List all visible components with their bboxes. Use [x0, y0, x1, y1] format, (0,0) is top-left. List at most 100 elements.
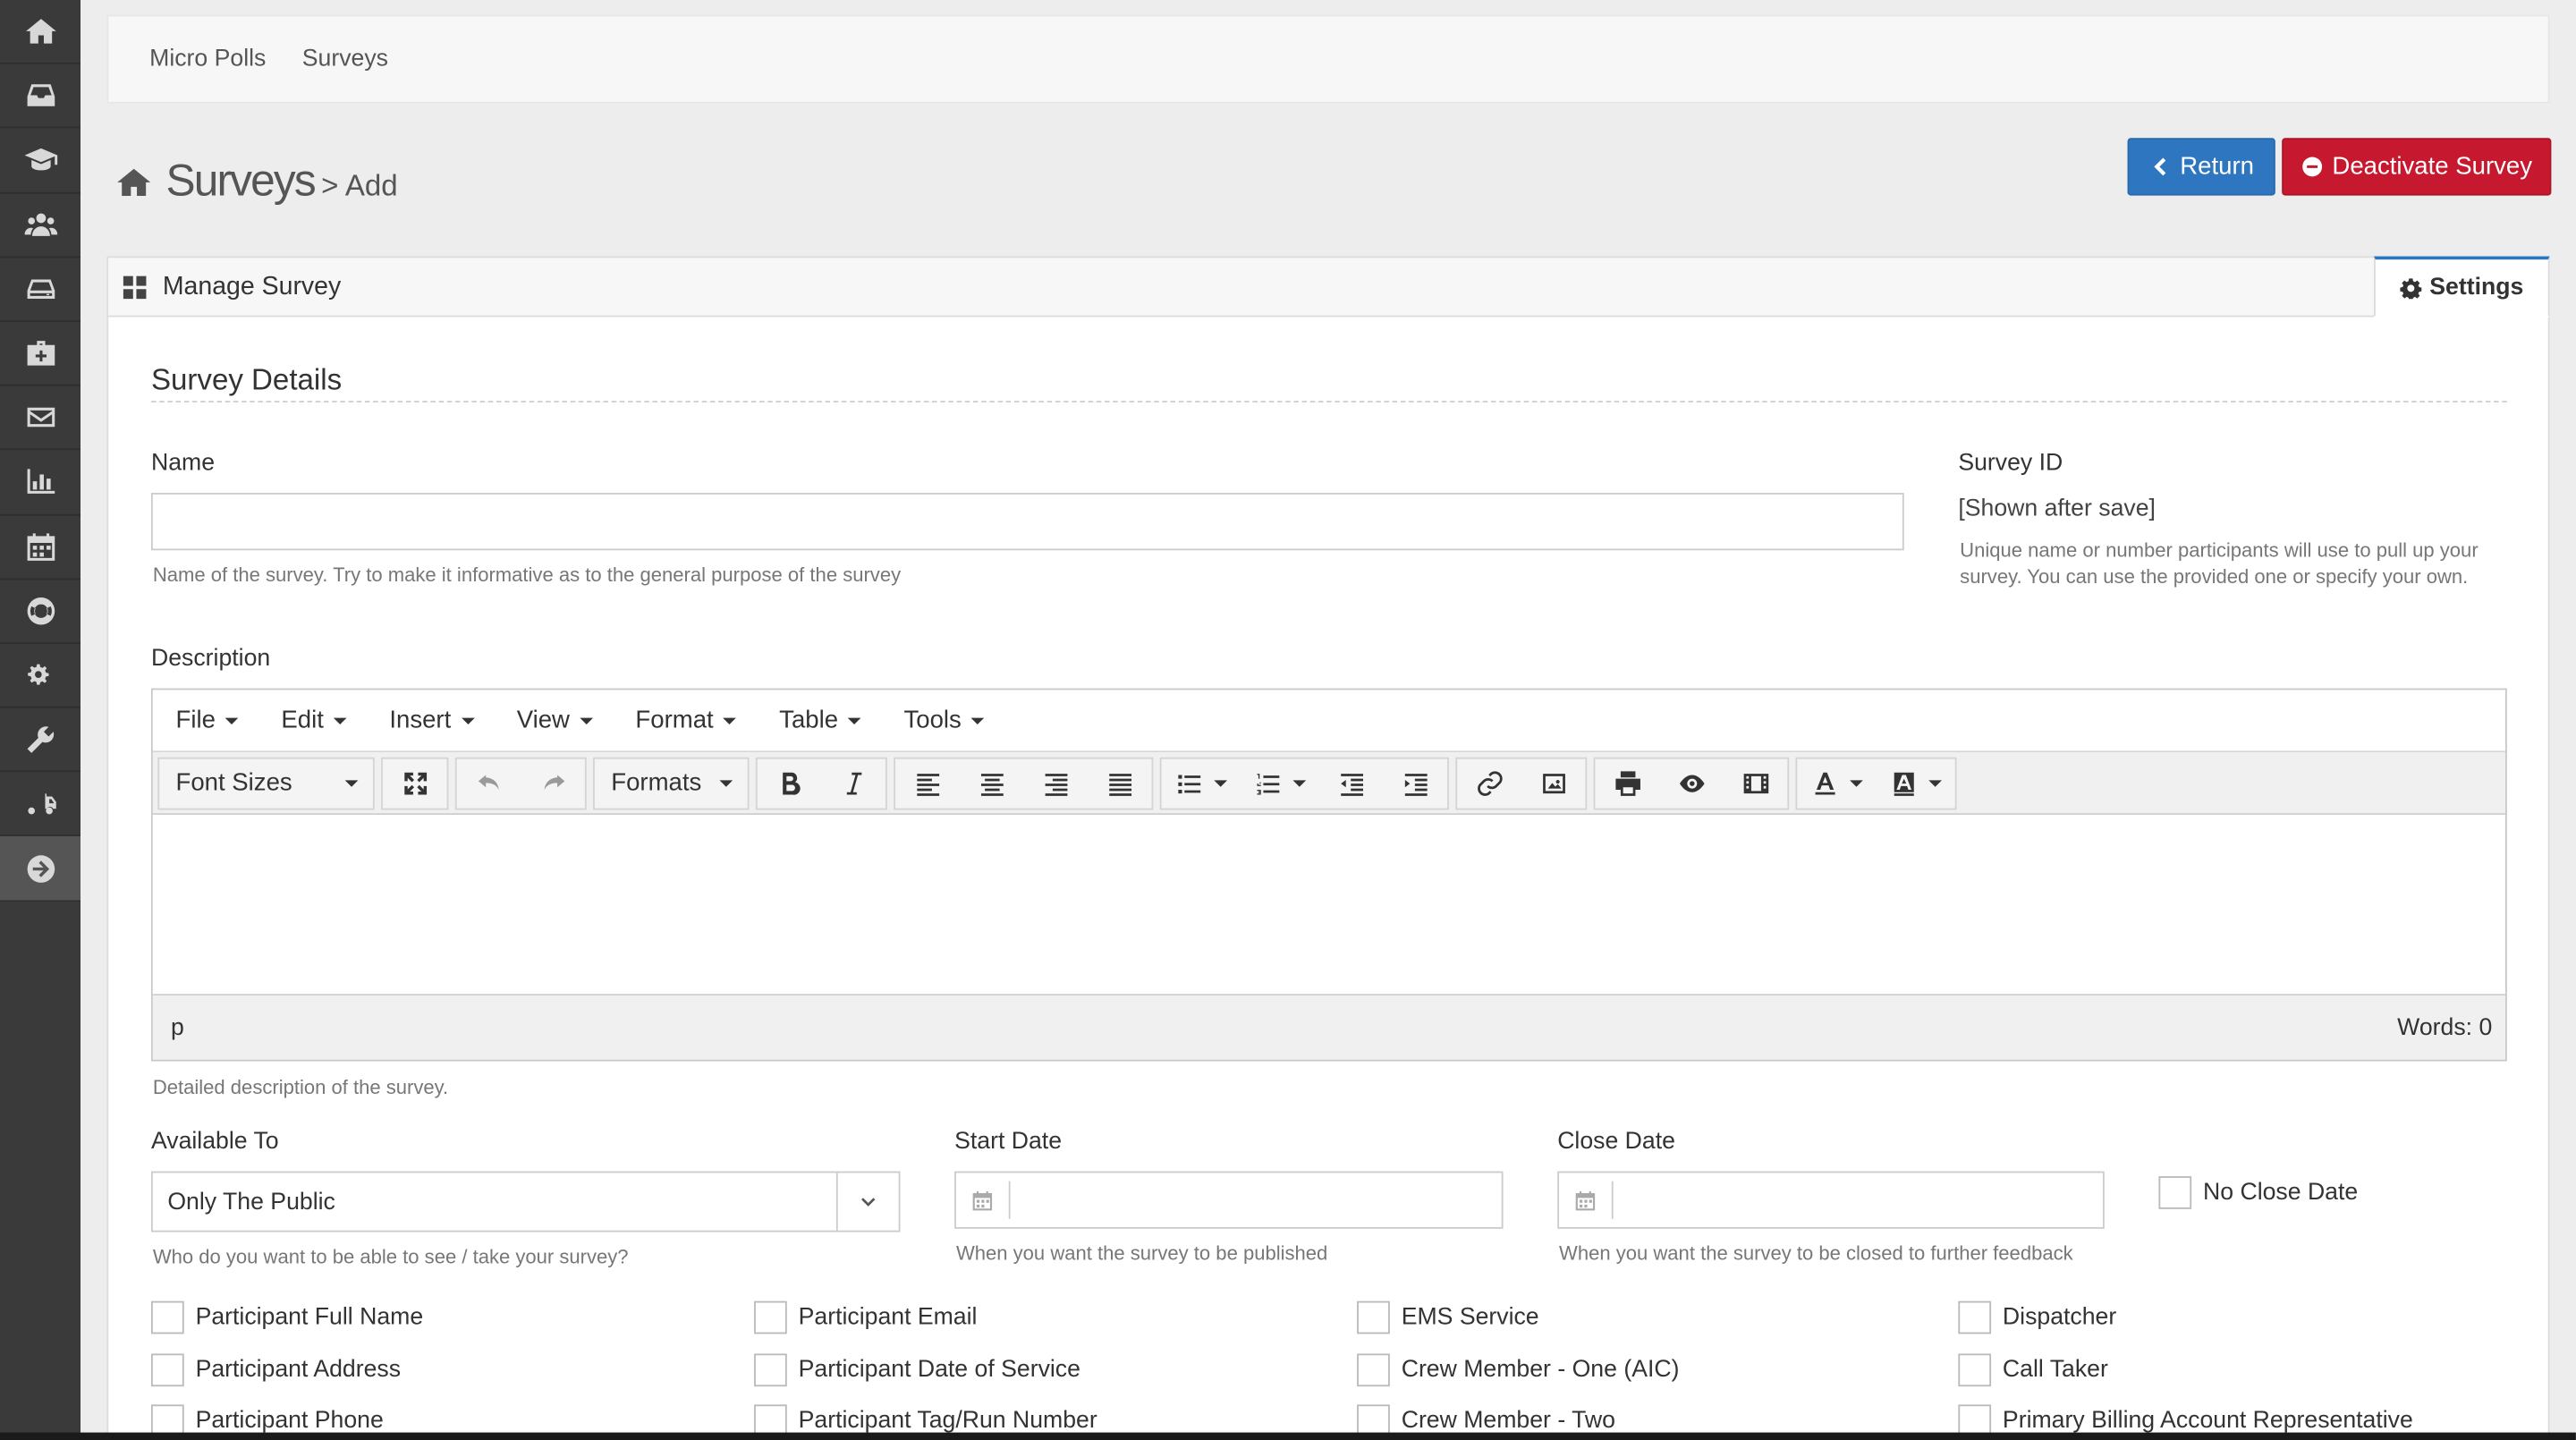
- sidebar-item-settings[interactable]: [0, 644, 80, 708]
- menu-table[interactable]: Table: [779, 707, 861, 734]
- section-divider: [150, 401, 2507, 402]
- sidebar-item-calendar[interactable]: [0, 515, 80, 580]
- align-center-button[interactable]: [960, 758, 1024, 808]
- close-date-field[interactable]: [1557, 1171, 2105, 1229]
- sidebar-item-inbox[interactable]: [0, 64, 80, 129]
- font-sizes-label: Font Sizes: [175, 768, 292, 797]
- italic-button[interactable]: [821, 758, 886, 808]
- participant-date-of-service-checkbox[interactable]: [754, 1353, 787, 1387]
- formats-select[interactable]: Formats: [593, 756, 750, 809]
- background-color-button[interactable]: [1877, 758, 1955, 808]
- menu-insert[interactable]: Insert: [389, 707, 474, 734]
- rich-text-editor: File Edit Insert View Format Table Tools…: [150, 688, 2507, 1062]
- sidebar-item-logout[interactable]: [0, 836, 80, 902]
- caret-down-icon: [344, 779, 359, 786]
- sidebar-item-home[interactable]: [0, 0, 80, 64]
- menu-edit[interactable]: Edit: [281, 707, 347, 734]
- deactivate-survey-button[interactable]: Deactivate Survey: [2282, 138, 2552, 196]
- sidebar-item-storage[interactable]: [0, 258, 80, 322]
- breadcrumb-surveys[interactable]: Surveys: [302, 46, 388, 72]
- fullscreen-button[interactable]: [383, 758, 447, 808]
- font-sizes-select[interactable]: Font Sizes: [157, 756, 375, 809]
- sidebar-item-medical[interactable]: [0, 322, 80, 386]
- available-to-value: Only The Public: [167, 1188, 335, 1216]
- caret-down-icon: [225, 716, 239, 724]
- checkbox-label: Dispatcher: [2002, 1304, 2117, 1331]
- inbox-icon: [26, 84, 55, 107]
- name-field[interactable]: [150, 493, 1904, 551]
- participant-address-checkbox[interactable]: [150, 1353, 184, 1387]
- numbered-list-button[interactable]: [1241, 758, 1319, 808]
- editor-content-area[interactable]: [152, 815, 2505, 996]
- italic-icon: [845, 771, 861, 794]
- outdent-button[interactable]: [1319, 758, 1384, 808]
- sidebar-item-fleet[interactable]: [0, 773, 80, 837]
- caret-down-icon: [333, 716, 347, 724]
- menu-format-label: Format: [635, 706, 714, 735]
- align-justify-button[interactable]: [1088, 758, 1152, 808]
- sidebar-item-messages[interactable]: [0, 386, 80, 451]
- manage-survey-panel: Manage Survey Settings Survey Details Na…: [106, 256, 2550, 1440]
- indent-button[interactable]: [1384, 758, 1448, 808]
- caret-down-icon: [579, 716, 593, 724]
- select-arrow: [835, 1173, 899, 1231]
- ems-service-checkbox[interactable]: [1357, 1300, 1390, 1334]
- return-button[interactable]: Return: [2127, 138, 2275, 196]
- preview-button[interactable]: [1659, 758, 1724, 808]
- caret-down-icon: [1928, 779, 1942, 786]
- available-to-select[interactable]: Only The Public: [150, 1171, 901, 1232]
- bar-chart-icon: [26, 470, 55, 495]
- description-label: Description: [150, 645, 271, 673]
- sidebar-item-reports[interactable]: [0, 451, 80, 515]
- menu-insert-label: Insert: [389, 706, 452, 735]
- close-date-help: When you want the survey to be closed to…: [1559, 1241, 2073, 1266]
- cogs-icon: [27, 664, 48, 685]
- image-button[interactable]: [1521, 758, 1586, 808]
- survey-id-value: [Shown after save]: [1958, 496, 2156, 523]
- survey-id-label: Survey ID: [1958, 450, 2063, 477]
- menu-tools[interactable]: Tools: [904, 707, 985, 734]
- print-button[interactable]: [1595, 758, 1659, 808]
- bold-button[interactable]: [758, 758, 822, 808]
- sidebar-item-support[interactable]: [0, 580, 80, 644]
- bullet-list-button[interactable]: [1162, 758, 1241, 808]
- tab-settings[interactable]: Settings: [2374, 256, 2550, 318]
- start-date-field[interactable]: [954, 1171, 1504, 1229]
- checkbox-option: EMS Service: [1357, 1300, 1539, 1334]
- sidebar-item-users[interactable]: [0, 193, 80, 258]
- close-date-label: Close Date: [1557, 1128, 1675, 1156]
- calendar-addon[interactable]: [956, 1181, 1011, 1219]
- calendar-icon: [1575, 1190, 1596, 1210]
- medkit-icon: [26, 341, 55, 366]
- media-button[interactable]: [1724, 758, 1788, 808]
- checkbox-option: Crew Member - One (AIC): [1357, 1353, 1679, 1387]
- crew-member-one-checkbox[interactable]: [1357, 1353, 1390, 1387]
- available-to-label: Available To: [150, 1128, 279, 1156]
- menu-file[interactable]: File: [176, 707, 239, 734]
- no-close-date-option: No Close Date: [2158, 1176, 2358, 1209]
- outdent-icon: [1340, 773, 1363, 795]
- calendar-addon[interactable]: [1559, 1181, 1614, 1219]
- link-button[interactable]: [1457, 758, 1521, 808]
- redo-button[interactable]: [521, 758, 585, 808]
- participant-email-checkbox[interactable]: [754, 1300, 787, 1334]
- call-taker-checkbox[interactable]: [1958, 1353, 1992, 1387]
- menu-format[interactable]: Format: [635, 706, 737, 735]
- home-icon: [25, 19, 55, 44]
- sidebar-item-education[interactable]: [0, 129, 80, 193]
- align-right-button[interactable]: [1023, 758, 1088, 808]
- element-path[interactable]: p: [171, 1014, 184, 1040]
- text-color-button[interactable]: [1797, 758, 1876, 808]
- align-left-button[interactable]: [895, 758, 960, 808]
- participant-full-name-checkbox[interactable]: [150, 1300, 184, 1334]
- undo-button[interactable]: [457, 758, 521, 808]
- no-close-date-checkbox[interactable]: [2158, 1176, 2192, 1209]
- dispatcher-checkbox[interactable]: [1958, 1300, 1992, 1334]
- breadcrumb: Micro Polls Surveys: [106, 14, 2550, 104]
- sidebar-item-tools[interactable]: [0, 708, 80, 773]
- survey-id-help: Unique name or number participants will …: [1960, 538, 2479, 589]
- breadcrumb-micro-polls[interactable]: Micro Polls: [149, 46, 266, 72]
- bullet-list-icon: [1178, 774, 1201, 793]
- menu-view[interactable]: View: [517, 707, 593, 734]
- minus-circle-icon: [2301, 157, 2322, 177]
